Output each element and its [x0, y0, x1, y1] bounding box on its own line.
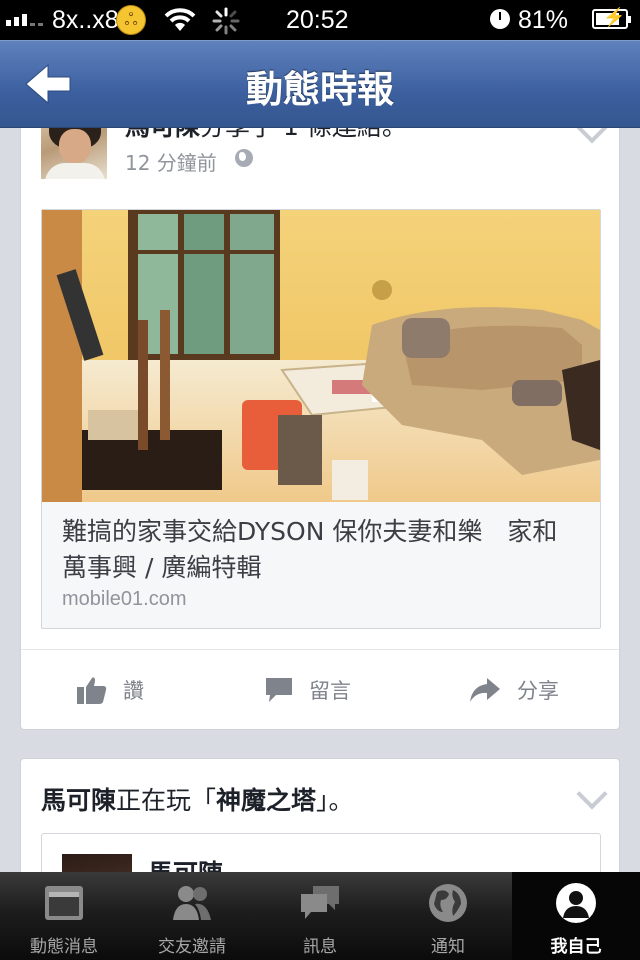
player-name: 馬可陳: [148, 854, 223, 872]
tab-label: 我自己: [550, 937, 602, 957]
share-label: 分享: [517, 679, 559, 703]
carrier-name: 8x..x8: [52, 6, 119, 34]
status-bar: 8x..x8 ஃ 20:52 81% ⚡: [0, 0, 640, 40]
battery-percentage: 81%: [518, 6, 569, 34]
messages-icon: [301, 886, 339, 919]
post-card: 馬可陳分享了 1 條連結。 12 分鐘前: [20, 128, 620, 730]
tab-label: 動態消息: [30, 937, 98, 957]
feed-scroll-area[interactable]: 馬可陳分享了 1 條連結。 12 分鐘前: [0, 128, 640, 872]
comment-label: 留言: [309, 679, 351, 703]
globe-icon: [429, 884, 467, 922]
tab-notifications[interactable]: 通知: [384, 872, 512, 960]
comment-bubble-icon: [266, 678, 292, 702]
status-time: 20:52: [286, 6, 349, 34]
post-card: 馬可陳正在玩「神魔之塔」。 馬可陳: [20, 758, 620, 872]
profile-icon: [556, 883, 596, 923]
chevron-down-icon[interactable]: [576, 778, 608, 810]
navigation-bar: 動態時報: [0, 40, 640, 128]
post-text: 正在玩「: [116, 786, 217, 815]
tab-profile[interactable]: 我自己: [512, 872, 640, 960]
public-globe-icon: [235, 149, 253, 167]
link-domain: mobile01.com: [62, 588, 187, 610]
like-label: 讚: [123, 679, 144, 703]
author-name[interactable]: 馬可陳: [41, 786, 116, 815]
share-arrow-icon: [470, 678, 500, 702]
tab-messages[interactable]: 訊息: [256, 872, 384, 960]
chevron-down-icon[interactable]: [576, 128, 608, 144]
tab-label: 交友邀請: [158, 937, 226, 957]
author-avatar[interactable]: [41, 128, 107, 179]
battery-icon: ⚡: [592, 7, 631, 29]
thumbs-up-icon: [77, 677, 107, 704]
game-name[interactable]: 神魔之塔: [216, 786, 316, 815]
player-avatar: [62, 854, 132, 872]
newsfeed-icon: [45, 886, 83, 920]
dizzy-face-icon: ஃ: [116, 5, 146, 35]
comment-button[interactable]: 留言: [265, 650, 351, 730]
friends-icon: [173, 886, 211, 920]
page-title: 動態時報: [246, 68, 394, 111]
post-text-end: 」。: [316, 786, 354, 815]
game-attachment[interactable]: 馬可陳: [41, 833, 601, 872]
post-timestamp: 12 分鐘前: [125, 151, 217, 175]
post-header: 馬可陳分享了 1 條連結。: [125, 128, 407, 143]
signal-strength-icon: [6, 14, 43, 26]
post-header-action: 分享了 1 條連結。: [200, 128, 407, 141]
tab-bar: 動態消息 交友邀請 訊息 通知 我自己: [0, 872, 640, 960]
link-title: 難搞的家事交給DYSON 保你夫妻和樂 家和萬事興 / 廣編特輯: [62, 517, 558, 582]
author-name[interactable]: 馬可陳: [125, 128, 200, 141]
post-header: 馬可陳正在玩「神魔之塔」。: [41, 781, 354, 817]
post-actions: 讚 留言 分享: [21, 649, 619, 730]
share-button[interactable]: 分享: [469, 650, 559, 730]
link-preview[interactable]: 難搞的家事交給DYSON 保你夫妻和樂 家和萬事興 / 廣編特輯 mobile0…: [41, 209, 601, 629]
tab-label: 通知: [431, 937, 465, 957]
link-thumbnail-image: [42, 210, 600, 502]
alarm-clock-icon: [490, 9, 510, 29]
wifi-icon: [164, 8, 196, 31]
like-button[interactable]: 讚: [77, 650, 144, 730]
tab-friend-requests[interactable]: 交友邀請: [128, 872, 256, 960]
tab-label: 訊息: [303, 937, 337, 957]
tab-newsfeed[interactable]: 動態消息: [0, 872, 128, 960]
loading-spinner-icon: [212, 7, 240, 35]
